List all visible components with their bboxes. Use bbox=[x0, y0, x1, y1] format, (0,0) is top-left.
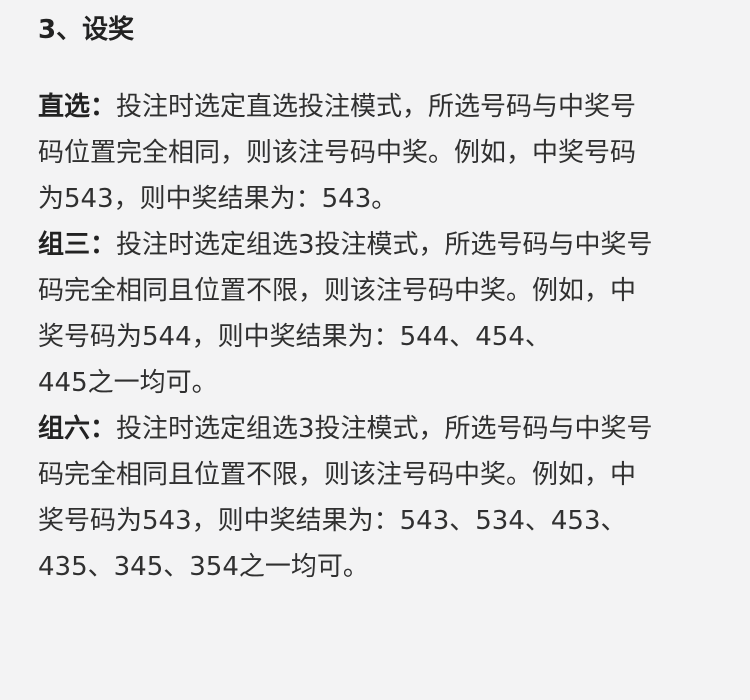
rule-group-six: 组六：投注时选定组选3投注模式，所选号码与中奖号 码完全相同且位置不限，则该注号… bbox=[38, 406, 718, 590]
rule-label: 组六： bbox=[38, 414, 117, 444]
rule-group-three: 组三：投注时选定组选3投注模式，所选号码与中奖号 码完全相同且位置不限，则该注号… bbox=[38, 222, 718, 406]
rule-text: 投注时选定组选3投注模式，所选号码与中奖号 bbox=[116, 230, 653, 260]
page: 3、设奖 直选：投注时选定直选投注模式，所选号码与中奖号 码位置完全相同，则该注… bbox=[0, 0, 750, 700]
rule-label: 组三： bbox=[38, 230, 117, 260]
rule-direct: 直选：投注时选定直选投注模式，所选号码与中奖号 码位置完全相同，则该注号码中奖。… bbox=[38, 84, 718, 222]
rule-line: 码完全相同且位置不限，则该注号码中奖。例如，中 bbox=[38, 276, 637, 306]
rule-line: 组三：投注时选定组选3投注模式，所选号码与中奖号 bbox=[38, 222, 718, 268]
rule-text: 投注时选定直选投注模式，所选号码与中奖号 bbox=[116, 92, 637, 122]
rule-line: 码位置完全相同，则该注号码中奖。例如，中奖号码 bbox=[38, 138, 637, 168]
rule-text: 投注时选定组选3投注模式，所选号码与中奖号 bbox=[116, 414, 653, 444]
rule-line: 码完全相同且位置不限，则该注号码中奖。例如，中 bbox=[38, 460, 637, 490]
rule-line: 组六：投注时选定组选3投注模式，所选号码与中奖号 bbox=[38, 406, 718, 452]
rule-line: 435、345、354之一均可。 bbox=[38, 552, 369, 582]
rule-line: 奖号码为544，则中奖结果为：544、454、 bbox=[38, 322, 551, 352]
rule-line: 直选：投注时选定直选投注模式，所选号码与中奖号 bbox=[38, 84, 718, 130]
rule-line: 445之一均可。 bbox=[38, 368, 218, 398]
rules-content: 直选：投注时选定直选投注模式，所选号码与中奖号 码位置完全相同，则该注号码中奖。… bbox=[38, 84, 718, 590]
rule-line: 奖号码为543，则中奖结果为：543、534、453、 bbox=[38, 506, 627, 536]
section-title: 3、设奖 bbox=[38, 15, 135, 45]
rule-label: 直选： bbox=[38, 92, 117, 122]
rule-line: 为543，则中奖结果为：543。 bbox=[38, 184, 398, 214]
